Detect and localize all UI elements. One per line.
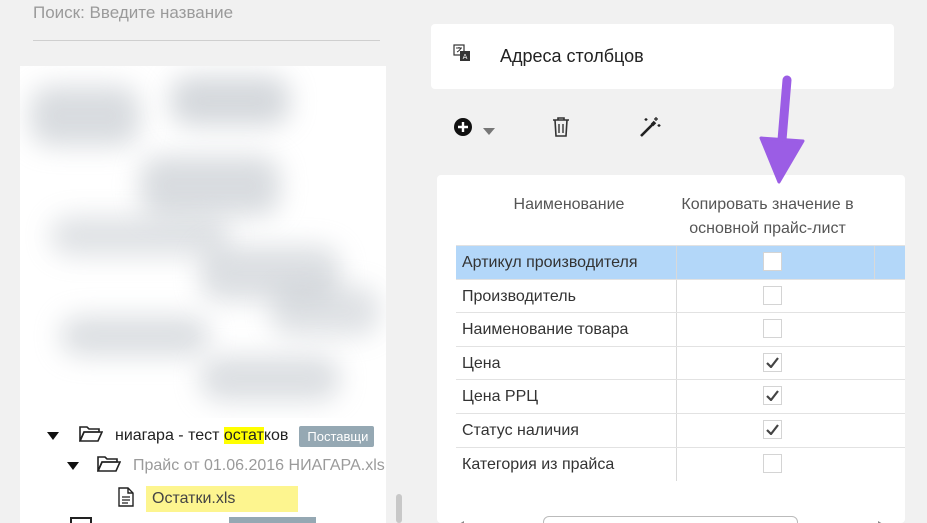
folder-open-icon — [78, 425, 104, 448]
column-divider — [676, 447, 677, 481]
search-input[interactable]: Поиск: Введите название — [33, 3, 233, 23]
tree-item-label: ниагара - тест остатков — [115, 427, 289, 444]
copy-checkbox[interactable] — [763, 252, 782, 271]
table-row[interactable]: Производитель — [456, 278, 905, 313]
column-header-name: Наименование — [513, 196, 625, 213]
tree-item-label: Прайс от 01.06.2016 НИАГАРА.xls — [133, 457, 385, 474]
column-addresses-header: A Адреса столбцов — [431, 24, 894, 89]
left-pane: Поиск: Введите название ниагара - тест о… — [0, 0, 402, 523]
folder-icon — [70, 517, 92, 523]
column-divider — [676, 246, 677, 279]
row-label: Артикул производителя — [462, 254, 638, 271]
row-label: Категория из прайса — [462, 455, 615, 473]
table-row[interactable]: Цена РРЦ — [456, 379, 905, 414]
table-row[interactable]: Артикул производителя — [456, 245, 905, 279]
column-divider — [676, 313, 677, 347]
tree-scrollbar[interactable] — [396, 494, 402, 523]
toolbar — [431, 112, 731, 142]
copy-checkbox[interactable] — [763, 285, 782, 305]
column-header-copy: Копировать значение в основной прайс-лис… — [681, 196, 854, 237]
table-row[interactable]: Наименование товара — [456, 312, 905, 347]
tree-item-price-file[interactable]: Прайс от 01.06.2016 НИАГАРА.xls — [20, 451, 386, 481]
folder-open-icon — [96, 455, 122, 478]
tree-panel: ниагара - тест остатков Поставщи Прайс о… — [20, 66, 386, 523]
document-icon — [118, 486, 134, 512]
translate-icon: A — [453, 44, 471, 67]
magic-wand-button[interactable] — [638, 115, 662, 144]
tree-item-label: Остатки.xls — [146, 486, 298, 512]
copy-checkbox[interactable] — [763, 386, 782, 406]
table-row[interactable]: Статус наличия — [456, 413, 905, 447]
column-divider — [676, 346, 677, 380]
svg-text:A: A — [463, 53, 468, 61]
row-label: Цена — [462, 354, 501, 372]
column-divider — [676, 279, 677, 313]
tree-item-niagara[interactable]: ниагара - тест остатков Поставщи — [20, 421, 386, 451]
expand-caret-icon[interactable] — [47, 432, 59, 440]
column-divider — [874, 246, 875, 279]
search-underline — [33, 40, 380, 41]
column-divider — [676, 414, 677, 447]
delete-button[interactable] — [551, 116, 571, 143]
column-divider — [676, 380, 677, 414]
copy-checkbox[interactable] — [763, 352, 782, 372]
blurred-tree-content — [20, 66, 386, 418]
caret-down-icon[interactable] — [483, 123, 495, 141]
copy-checkbox[interactable] — [763, 420, 782, 439]
row-label: Производитель — [462, 287, 576, 305]
checkmark-icon — [766, 357, 779, 368]
horizontal-scrollbar-thumb[interactable] — [543, 516, 798, 523]
copy-checkbox[interactable] — [763, 453, 782, 473]
expand-caret-icon[interactable] — [67, 462, 79, 470]
table-row[interactable]: Цена — [456, 345, 905, 380]
add-button[interactable] — [453, 117, 473, 142]
checkmark-icon — [766, 424, 779, 435]
tree-item-ostatki[interactable]: Остатки.xls — [20, 484, 386, 514]
page-title: Адреса столбцов — [500, 46, 644, 66]
supplier-badge: Поставщи — [299, 425, 375, 447]
copy-checkbox[interactable] — [763, 319, 782, 339]
column-mapping-table: Наименование Копировать значение в основ… — [437, 175, 905, 523]
supplier-badge-partial — [229, 517, 316, 523]
row-label: Статус наличия — [462, 422, 579, 439]
annotation-arrow-icon — [757, 74, 807, 191]
row-label: Цена РРЦ — [462, 388, 539, 406]
checkmark-icon — [766, 390, 779, 402]
row-label: Наименование товара — [462, 321, 629, 339]
table-row[interactable]: Категория из прайса — [456, 446, 905, 481]
